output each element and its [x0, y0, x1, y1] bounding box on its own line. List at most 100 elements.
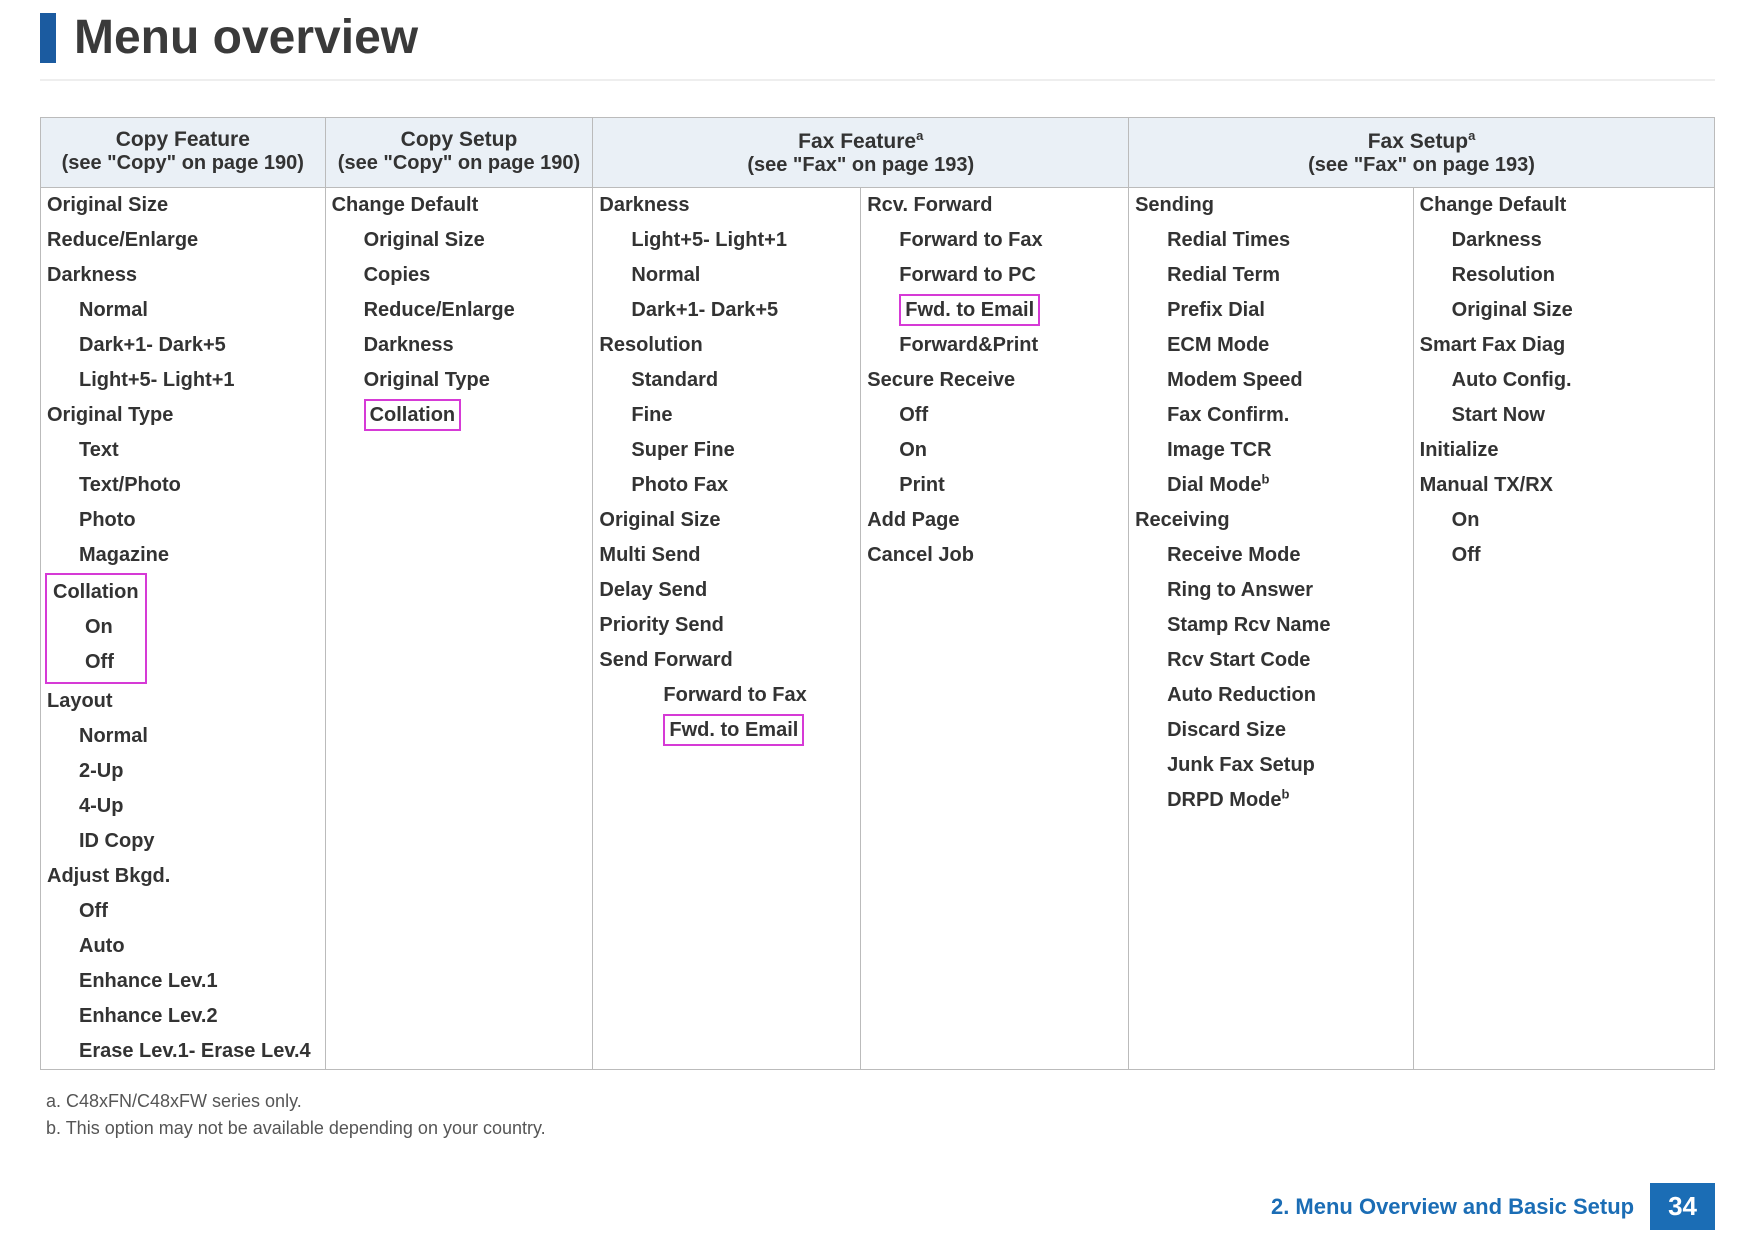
- menu-item: Reduce/Enlarge: [41, 223, 325, 258]
- title-bar: Menu overview: [40, 10, 1715, 65]
- footer: 2. Menu Overview and Basic Setup 34: [1271, 1183, 1715, 1230]
- menu-item: Darkness: [41, 258, 325, 293]
- menu-item: Darkness: [593, 188, 860, 223]
- header-title: Copy Setup: [401, 128, 518, 151]
- menu-item: ID Copy: [41, 824, 325, 859]
- title-rule: [40, 79, 1715, 81]
- menu-item: Manual TX/RX: [1414, 468, 1714, 503]
- menu-item: Darkness: [1414, 223, 1714, 258]
- menu-item: Auto Reduction: [1129, 678, 1413, 713]
- header-fax-setup: Fax Setupa (see "Fax" on page 193): [1129, 118, 1715, 188]
- menu-item: Off: [41, 894, 325, 929]
- menu-table: Copy Feature (see "Copy" on page 190) Co…: [40, 117, 1715, 1070]
- header-title: Fax Feature: [798, 130, 916, 153]
- menu-item: Original Size: [326, 223, 593, 258]
- menu-item: Normal: [41, 719, 325, 754]
- header-sup: a: [1468, 128, 1475, 143]
- menu-item: Dark+1- Dark+5: [41, 328, 325, 363]
- menu-item: Standard: [593, 363, 860, 398]
- menu-item: Ring to Answer: [1129, 573, 1413, 608]
- menu-item: Text/Photo: [41, 468, 325, 503]
- menu-item: 4-Up: [41, 789, 325, 824]
- menu-item: Auto Config.: [1414, 363, 1714, 398]
- header-title: Fax Setup: [1368, 130, 1468, 153]
- menu-item: Add Page: [861, 503, 1128, 538]
- menu-item: Super Fine: [593, 433, 860, 468]
- footnote-b: b. This option may not be available depe…: [46, 1115, 1715, 1142]
- header-sub: (see "Copy" on page 190): [47, 152, 319, 175]
- menu-item: Send Forward: [593, 643, 860, 678]
- footer-page-number: 34: [1650, 1183, 1715, 1230]
- menu-item: Forward to Fax: [593, 678, 860, 713]
- menu-item: Copies: [326, 258, 593, 293]
- col-fax-setup-a: SendingRedial TimesRedial TermPrefix Dia…: [1129, 188, 1414, 1070]
- menu-item: Adjust Bkgd.: [41, 859, 325, 894]
- header-sup: a: [916, 128, 923, 143]
- menu-item: Rcv Start Code: [1129, 643, 1413, 678]
- menu-item: Cancel Job: [861, 538, 1128, 573]
- menu-item: Dark+1- Dark+5: [593, 293, 860, 328]
- menu-item: Receiving: [1129, 503, 1413, 538]
- menu-item: Start Now: [1414, 398, 1714, 433]
- menu-item: Smart Fax Diag: [1414, 328, 1714, 363]
- footnote-a: a. C48xFN/C48xFW series only.: [46, 1088, 1715, 1115]
- menu-item: Normal: [41, 293, 325, 328]
- page-title: Menu overview: [74, 10, 418, 65]
- menu-item: Resolution: [593, 328, 860, 363]
- menu-item: Magazine: [41, 538, 325, 573]
- menu-item: On: [861, 433, 1128, 468]
- menu-item: Modem Speed: [1129, 363, 1413, 398]
- menu-item: Forward to PC: [861, 258, 1128, 293]
- footnotes: a. C48xFN/C48xFW series only. b. This op…: [46, 1088, 1715, 1142]
- col-copy-setup: Change DefaultOriginal SizeCopiesReduce/…: [325, 188, 593, 1070]
- menu-item: Enhance Lev.1: [41, 964, 325, 999]
- header-sub: (see "Fax" on page 193): [1135, 154, 1708, 177]
- menu-item: Change Default: [1414, 188, 1714, 223]
- menu-item: Sending: [1129, 188, 1413, 223]
- header-sub: (see "Fax" on page 193): [599, 154, 1122, 177]
- menu-item: Redial Term: [1129, 258, 1413, 293]
- menu-item: Fax Confirm.: [1129, 398, 1413, 433]
- menu-item: On: [53, 610, 139, 645]
- menu-item: Resolution: [1414, 258, 1714, 293]
- menu-item: Photo Fax: [593, 468, 860, 503]
- menu-item: Original Size: [1414, 293, 1714, 328]
- menu-item: Multi Send: [593, 538, 860, 573]
- menu-item: Dial Modeb: [1129, 468, 1413, 503]
- menu-item: Initialize: [1414, 433, 1714, 468]
- menu-item: Stamp Rcv Name: [1129, 608, 1413, 643]
- menu-item: Original Size: [41, 188, 325, 223]
- menu-item: Photo: [41, 503, 325, 538]
- menu-item: 2-Up: [41, 754, 325, 789]
- menu-item: Original Type: [326, 363, 593, 398]
- header-copy-setup: Copy Setup (see "Copy" on page 190): [325, 118, 593, 188]
- menu-item: Image TCR: [1129, 433, 1413, 468]
- menu-item: Prefix Dial: [1129, 293, 1413, 328]
- menu-item: On: [1414, 503, 1714, 538]
- menu-item: Receive Mode: [1129, 538, 1413, 573]
- menu-item: Darkness: [326, 328, 593, 363]
- menu-item: Auto: [41, 929, 325, 964]
- footer-chapter: 2. Menu Overview and Basic Setup: [1271, 1194, 1634, 1220]
- menu-item: Collation: [53, 575, 139, 610]
- menu-item: Fine: [593, 398, 860, 433]
- menu-item: Forward&Print: [861, 328, 1128, 363]
- menu-item: Fwd. to Email: [861, 293, 1128, 328]
- header-sub: (see "Copy" on page 190): [332, 152, 587, 175]
- col-copy-feature: Original SizeReduce/EnlargeDarknessNorma…: [41, 188, 326, 1070]
- menu-item: Fwd. to Email: [593, 713, 860, 748]
- menu-item: Layout: [41, 684, 325, 719]
- title-accent-block: [40, 13, 56, 63]
- menu-item: Original Size: [593, 503, 860, 538]
- menu-item: Light+5- Light+1: [41, 363, 325, 398]
- menu-item: Enhance Lev.2: [41, 999, 325, 1034]
- header-title: Copy Feature: [116, 128, 250, 151]
- menu-item: Off: [53, 645, 139, 680]
- menu-item: Original Type: [41, 398, 325, 433]
- menu-item: ECM Mode: [1129, 328, 1413, 363]
- menu-item: Secure Receive: [861, 363, 1128, 398]
- header-fax-feature: Fax Featurea (see "Fax" on page 193): [593, 118, 1129, 188]
- menu-item: Off: [1414, 538, 1714, 573]
- menu-item: Normal: [593, 258, 860, 293]
- menu-item: Print: [861, 468, 1128, 503]
